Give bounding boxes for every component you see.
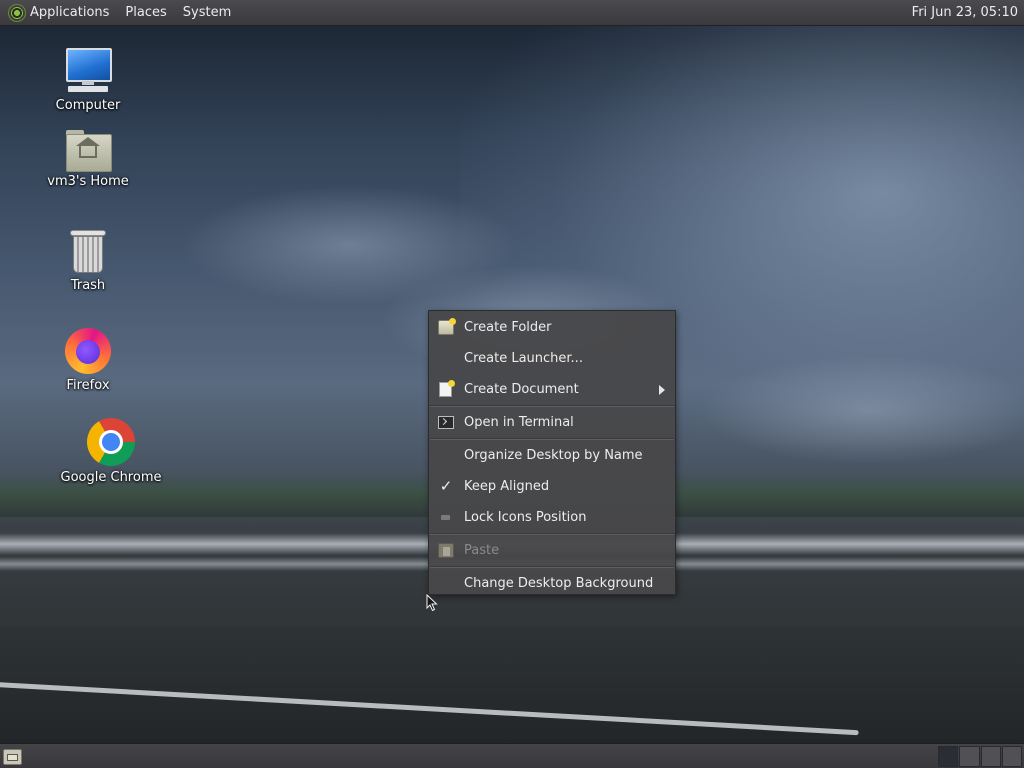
bottom-panel bbox=[0, 743, 1024, 768]
desktop-context-menu: Create Folder Create Launcher... Create … bbox=[428, 310, 676, 595]
wallpaper-road bbox=[0, 625, 1024, 743]
menu-item-create-document[interactable]: Create Document bbox=[429, 374, 675, 405]
desktop-icon-trash[interactable]: Trash bbox=[28, 230, 148, 293]
mate-logo-icon bbox=[8, 3, 26, 22]
system-menu[interactable]: System bbox=[173, 0, 237, 25]
system-menu-label: System bbox=[182, 5, 232, 20]
workspace-switcher bbox=[938, 746, 1022, 767]
document-new-icon bbox=[439, 380, 455, 397]
menu-item-open-terminal[interactable]: Open in Terminal bbox=[429, 407, 675, 438]
menu-item-change-background[interactable]: Change Desktop Background bbox=[429, 568, 675, 599]
workspace-1[interactable] bbox=[938, 746, 959, 767]
trash-icon bbox=[70, 230, 106, 274]
applications-menu[interactable]: Applications bbox=[0, 0, 115, 25]
terminal-icon bbox=[438, 416, 454, 429]
paste-icon bbox=[438, 543, 454, 558]
menu-item-keep-aligned[interactable]: ✓ Keep Aligned bbox=[429, 471, 675, 502]
applications-menu-label: Applications bbox=[30, 5, 110, 20]
home-folder-icon bbox=[66, 130, 112, 172]
top-panel: Applications Places System Fri Jun 23, 0… bbox=[0, 0, 1024, 26]
menu-item-label: Create Launcher... bbox=[464, 351, 583, 366]
computer-icon bbox=[64, 46, 112, 94]
workspace-3[interactable] bbox=[980, 746, 1001, 767]
menu-item-create-folder[interactable]: Create Folder bbox=[429, 312, 675, 343]
menu-item-label: Create Folder bbox=[464, 320, 552, 335]
menu-item-lock-icons[interactable]: Lock Icons Position bbox=[429, 502, 675, 533]
desktop-icon-chrome[interactable]: Google Chrome bbox=[51, 418, 171, 485]
unchecked-icon bbox=[441, 515, 450, 520]
desktop-icon-computer[interactable]: Computer bbox=[28, 46, 148, 113]
folder-new-icon bbox=[438, 318, 456, 335]
workspace-4[interactable] bbox=[1001, 746, 1022, 767]
desktop-icon-home[interactable]: vm3's Home bbox=[28, 130, 148, 189]
chrome-icon bbox=[87, 418, 135, 466]
firefox-icon bbox=[65, 328, 111, 374]
menu-item-paste: Paste bbox=[429, 535, 675, 566]
desktop-icon-label: Computer bbox=[55, 98, 121, 113]
desktop-icon-label: vm3's Home bbox=[47, 174, 129, 189]
clock[interactable]: Fri Jun 23, 05:10 bbox=[912, 5, 1024, 20]
menu-item-create-launcher[interactable]: Create Launcher... bbox=[429, 343, 675, 374]
menu-item-label: Lock Icons Position bbox=[464, 510, 587, 525]
desktop-icon-label: Trash bbox=[70, 278, 106, 293]
places-menu-label: Places bbox=[125, 5, 167, 20]
menu-item-label: Create Document bbox=[464, 382, 579, 397]
menu-item-label: Open in Terminal bbox=[464, 415, 574, 430]
menu-item-label: Keep Aligned bbox=[464, 479, 550, 494]
menu-item-organize-by-name[interactable]: Organize Desktop by Name bbox=[429, 440, 675, 471]
checkmark-icon: ✓ bbox=[439, 477, 453, 495]
menu-item-label: Organize Desktop by Name bbox=[464, 448, 643, 463]
submenu-arrow-icon bbox=[659, 385, 665, 395]
workspace-2[interactable] bbox=[959, 746, 980, 767]
places-menu[interactable]: Places bbox=[115, 0, 172, 25]
menu-item-label: Paste bbox=[464, 543, 500, 558]
menu-item-label: Change Desktop Background bbox=[464, 576, 654, 591]
desktop-icon-label: Firefox bbox=[66, 378, 110, 393]
desktop-icon-firefox[interactable]: Firefox bbox=[28, 328, 148, 393]
wallpaper-cloud bbox=[700, 355, 1024, 465]
desktop-icon-label: Google Chrome bbox=[60, 470, 162, 485]
show-desktop-button[interactable] bbox=[3, 749, 22, 765]
